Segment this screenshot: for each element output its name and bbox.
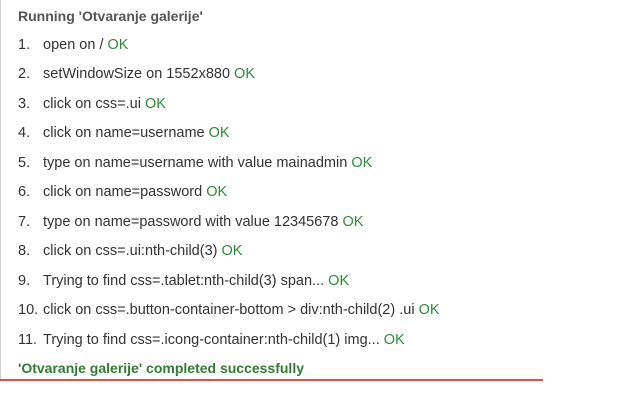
log-step: 1. open on / OK	[18, 35, 128, 55]
step-text: type on name=username with value mainadm…	[43, 155, 348, 171]
step-text: open on /	[43, 37, 104, 53]
panel-left-border	[0, 0, 1, 380]
step-number: 4.	[18, 125, 31, 141]
step-text: setWindowSize on 1552x880	[43, 66, 231, 82]
step-status: OK	[144, 96, 166, 112]
step-number: 1.	[18, 37, 31, 53]
log-step: 10. click on css=.button-container-bottom…	[18, 300, 440, 320]
step-number: 5.	[18, 155, 31, 171]
step-text: click on css=.ui:nth-child(3)	[43, 243, 218, 259]
step-text: click on name=username	[43, 125, 205, 141]
step-status: OK	[107, 37, 129, 53]
test-log-panel: Running 'Otvaranje galerije' 1. open on /…	[0, 0, 629, 402]
log-step: 11. Trying to find css=.icong-container:n…	[18, 330, 405, 350]
step-text: click on css=.button-container-bottom > …	[43, 302, 415, 318]
step-text: Trying to find css=.tablet:nth-child(3) …	[43, 273, 325, 289]
panel-bottom-divider	[0, 379, 543, 381]
step-status: OK	[328, 273, 350, 289]
step-number: 2.	[18, 66, 31, 82]
step-status: OK	[342, 214, 364, 230]
log-step: 2. setWindowSize on 1552x880 OK	[18, 64, 255, 84]
step-text: Trying to find css=.icong-container:nth-…	[43, 332, 380, 348]
log-step: 8. click on css=.ui:nth-child(3) OK	[18, 241, 242, 261]
step-status: OK	[418, 302, 440, 318]
step-status: OK	[383, 332, 405, 348]
step-status: OK	[234, 66, 255, 82]
log-step: 6. click on name=password OK	[18, 182, 227, 202]
step-text: type on name=password with value 1234567…	[43, 214, 339, 230]
step-number: 10.	[18, 302, 39, 318]
log-step: 7. type on name=password with value 12345…	[18, 212, 363, 232]
step-number: 6.	[18, 184, 31, 200]
run-title: Running 'Otvaranje galerije'	[18, 8, 203, 24]
log-step: 9. Trying to find css=.tablet:nth-child(3…	[18, 271, 349, 291]
step-status: OK	[206, 184, 228, 200]
step-status: OK	[221, 243, 243, 259]
step-text: click on name=password	[43, 184, 203, 200]
step-number: 3.	[18, 96, 31, 112]
log-step: 3. click on css=.ui OK	[18, 94, 166, 114]
step-number: 7.	[18, 214, 31, 230]
log-step: 5. type on name=username with value maina…	[18, 153, 372, 173]
step-status: OK	[208, 125, 230, 141]
step-number: 11.	[18, 332, 38, 348]
step-number: 8.	[18, 243, 31, 259]
log-step: 4. click on name=username OK	[18, 123, 230, 143]
step-number: 9.	[18, 273, 31, 289]
step-status: OK	[351, 155, 373, 171]
step-text: click on css=.ui	[43, 96, 141, 112]
completion-message: 'Otvaranje galerije' completed successfu…	[18, 360, 305, 376]
